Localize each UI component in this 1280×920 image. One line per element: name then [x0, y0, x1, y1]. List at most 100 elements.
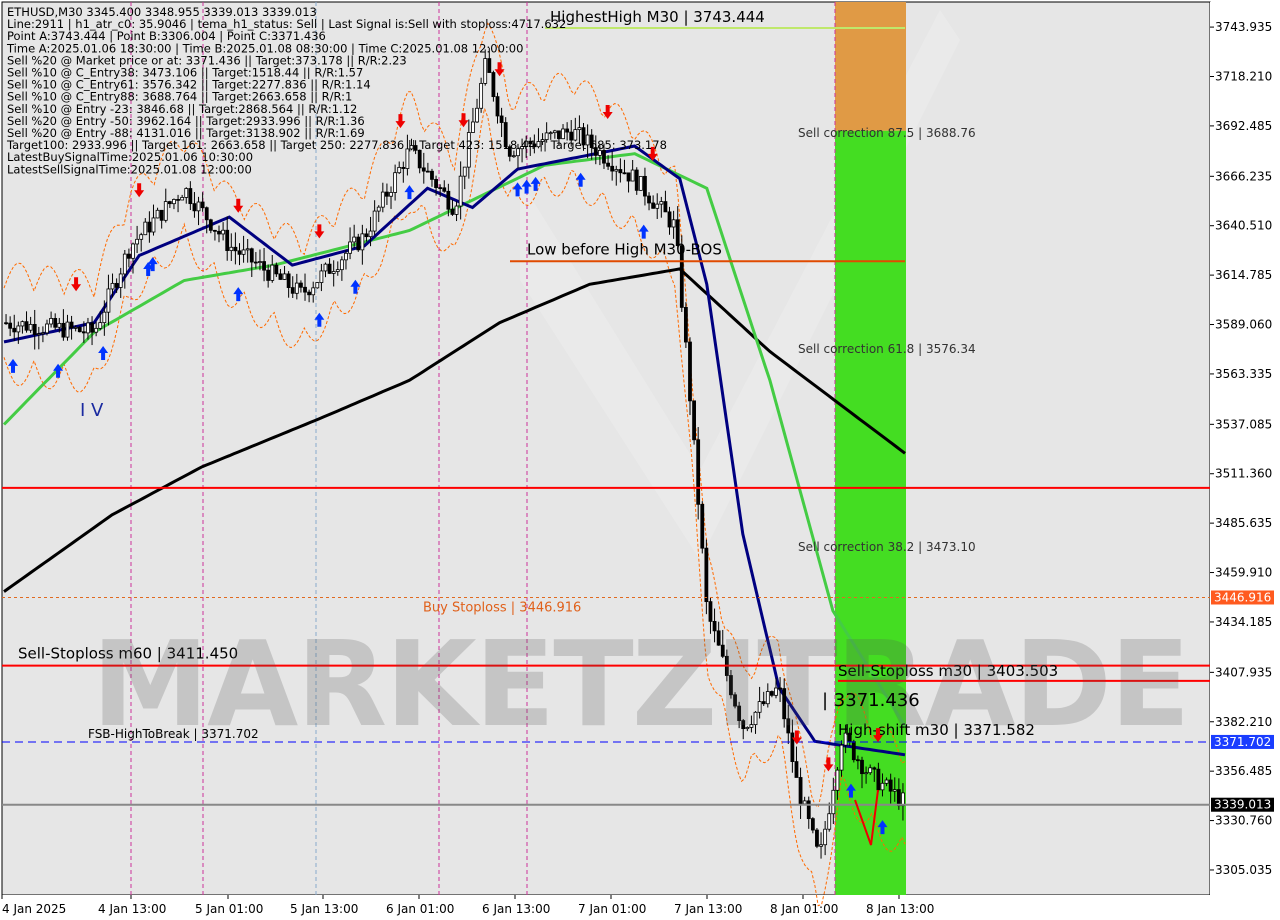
candle-body: [299, 282, 303, 288]
candle-body: [229, 246, 234, 251]
candle-body: [700, 503, 705, 549]
candle-body: [385, 191, 389, 197]
candle-body: [434, 178, 438, 188]
price-tick-label: 3459.910: [1215, 566, 1272, 580]
candle-body: [663, 201, 668, 213]
candle-body: [163, 201, 168, 221]
candle-body: [98, 322, 103, 329]
candle-body: [458, 175, 463, 207]
candle-body: [32, 323, 37, 336]
candle-body: [45, 323, 49, 334]
price-axis-area: [1210, 2, 1280, 895]
candle-body: [65, 321, 70, 338]
candle-body: [495, 96, 500, 117]
candle-body: [389, 192, 393, 197]
level-label: Buy Stoploss | 3446.916: [423, 600, 581, 615]
candle-body: [630, 169, 635, 182]
candle-body: [626, 172, 631, 182]
candle-body: [511, 155, 516, 158]
candle-body: [802, 800, 807, 805]
candle-body: [655, 203, 660, 209]
candle-body: [667, 211, 672, 228]
candle-body: [258, 261, 262, 263]
candle-body: [868, 767, 873, 774]
candle-body: [356, 236, 361, 251]
trading-chart[interactable]: HighestHigh M30 | 3743.444 Low before Hig…: [0, 0, 1280, 920]
level-label: Low before High M30-BOS: [527, 240, 722, 258]
candle-body: [651, 202, 656, 209]
candle-body: [487, 58, 492, 73]
price-tag-label: 3446.916: [1214, 590, 1271, 604]
candle-body: [77, 327, 82, 333]
candle-body: [323, 263, 328, 272]
candle-body: [217, 230, 221, 235]
candle-body: [471, 121, 475, 133]
price-tick-label: 3511.360: [1215, 467, 1272, 481]
price-tick-label: 3743.935: [1215, 20, 1272, 34]
candle-body: [102, 311, 107, 324]
candle-body: [241, 249, 246, 255]
candle-body: [327, 263, 332, 274]
price-tick-label: 3666.235: [1215, 169, 1272, 183]
candle-body: [806, 800, 811, 820]
time-tick-label: 8 Jan 13:00: [866, 902, 934, 916]
candle-body: [315, 282, 320, 289]
level-label: HighestHigh M30 | 3743.444: [550, 8, 765, 26]
candle-body: [819, 844, 823, 847]
candle-body: [139, 234, 144, 240]
candle-body: [213, 229, 217, 232]
candle-body: [499, 115, 504, 123]
candle-body: [696, 439, 701, 505]
price-tick-label: 3485.635: [1215, 516, 1272, 530]
candle-body: [184, 188, 189, 198]
candle-body: [319, 270, 324, 283]
candle-body: [876, 768, 881, 791]
candle-body: [360, 233, 365, 251]
candle-body: [606, 162, 610, 167]
candle-body: [81, 331, 86, 334]
candle-body: [294, 282, 299, 294]
price-tick-label: 3614.785: [1215, 268, 1272, 282]
candle-body: [204, 207, 209, 221]
price-tick-label: 3434.185: [1215, 615, 1272, 629]
candle-body: [856, 759, 860, 762]
candle-body: [372, 210, 377, 232]
candle-body: [208, 219, 213, 231]
candle-body: [20, 321, 25, 327]
candle-body: [159, 209, 164, 221]
price-tick-label: 3640.510: [1215, 219, 1272, 233]
candle-body: [860, 759, 864, 775]
candle-body: [704, 547, 709, 603]
candle-body: [286, 273, 291, 288]
candle-body: [200, 201, 205, 209]
candle-body: [425, 170, 430, 173]
candle-body: [815, 829, 819, 847]
candle-body: [290, 287, 295, 294]
candle-body: [127, 253, 131, 259]
candle-body: [610, 165, 615, 172]
price-tick-label: 3563.335: [1215, 367, 1272, 381]
candle-body: [61, 322, 66, 338]
candle-body: [225, 229, 230, 251]
point-c-label: | 3371.436: [822, 690, 920, 711]
price-tag-label: 3339.013: [1214, 798, 1271, 812]
candle-body: [888, 779, 893, 792]
candle-body: [352, 236, 357, 243]
candle-body: [659, 201, 664, 205]
candle-body: [450, 208, 455, 215]
candle-body: [810, 818, 815, 831]
time-tick-label: 5 Jan 01:00: [195, 902, 263, 916]
watermark-text: MARKETZITRADE: [92, 615, 1189, 753]
candle-body: [348, 241, 352, 254]
price-tick-label: 3305.035: [1215, 863, 1272, 877]
price-tag-label: 3371.702: [1214, 735, 1271, 749]
candle-body: [155, 209, 160, 219]
candle-body: [393, 172, 398, 193]
candle-body: [397, 166, 402, 174]
candle-body: [28, 323, 33, 331]
price-tick-label: 3537.085: [1215, 417, 1272, 431]
candle-body: [114, 282, 119, 288]
candle-body: [483, 58, 488, 84]
candle-body: [692, 400, 696, 441]
green-zone-right: [835, 130, 906, 895]
